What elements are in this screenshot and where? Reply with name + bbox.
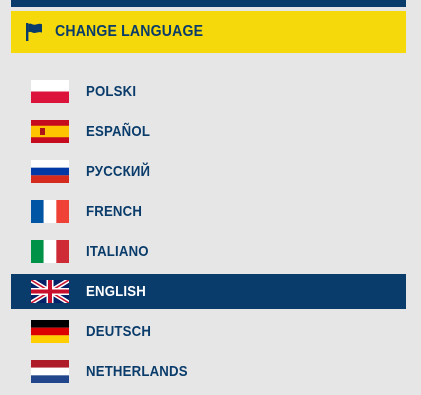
header-title: CHANGE LANGUAGE xyxy=(55,23,204,40)
flag-pl-icon xyxy=(31,79,69,103)
language-label: DEUTSCH xyxy=(86,322,152,340)
change-language-header: CHANGE LANGUAGE xyxy=(11,11,406,53)
language-item-deutsch[interactable]: DEUTSCH xyxy=(11,311,406,351)
language-item-russian[interactable]: РУССКИЙ xyxy=(11,151,406,191)
language-item-italiano[interactable]: ITALIANO xyxy=(11,231,406,271)
language-list: POLSKI ESPAÑOL РУССКИЙ FRENCH ITALIANO E… xyxy=(11,71,406,391)
language-label: FRENCH xyxy=(86,202,143,220)
flag-de-icon xyxy=(31,319,69,343)
language-item-polski[interactable]: POLSKI xyxy=(11,71,406,111)
flag-icon xyxy=(24,22,44,42)
language-item-espanol[interactable]: ESPAÑOL xyxy=(11,111,406,151)
language-item-french[interactable]: FRENCH xyxy=(11,191,406,231)
language-item-english[interactable]: ENGLISH xyxy=(11,274,406,309)
flag-gb-icon xyxy=(31,280,69,303)
language-label: POLSKI xyxy=(86,82,137,100)
flag-ru-icon xyxy=(31,159,69,183)
flag-fr-icon xyxy=(31,199,69,223)
flag-it-icon xyxy=(31,239,69,263)
language-item-netherlands[interactable]: NETHERLANDS xyxy=(11,351,406,391)
language-label: РУССКИЙ xyxy=(86,162,151,180)
flag-nl-icon xyxy=(31,359,69,383)
language-label: NETHERLANDS xyxy=(86,362,188,380)
language-label: ESPAÑOL xyxy=(86,122,151,140)
language-label: ITALIANO xyxy=(86,242,149,260)
flag-es-icon xyxy=(31,119,69,143)
top-bar xyxy=(11,0,406,7)
language-label: ENGLISH xyxy=(86,283,146,300)
